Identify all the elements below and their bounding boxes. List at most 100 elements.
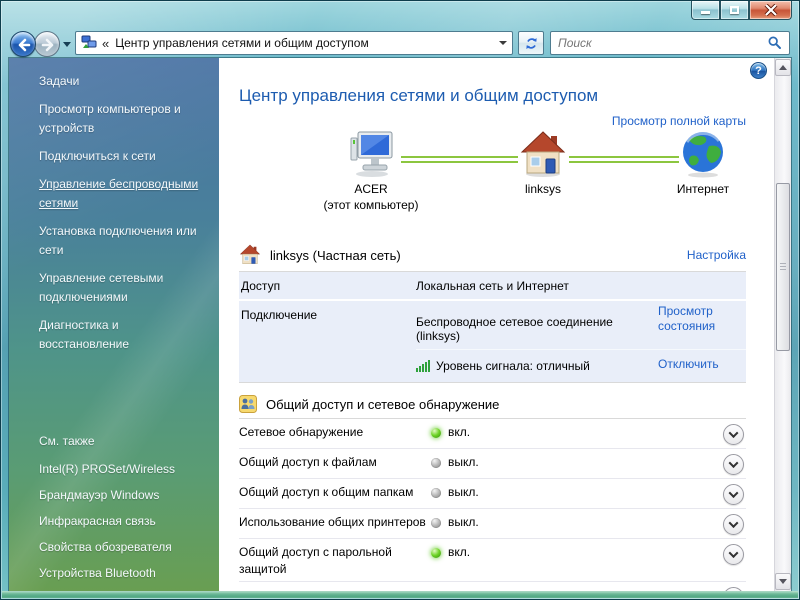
scroll-up-button[interactable] <box>775 59 791 76</box>
sharing-row-label: Общий доступ с парольной защитой <box>239 545 392 576</box>
network-center-icon <box>81 35 97 48</box>
status-value: вкл. <box>448 545 471 559</box>
disconnect-link[interactable]: Отключить <box>658 357 719 371</box>
back-button[interactable] <box>10 31 36 57</box>
sharing-section-header: Общий доступ и сетевое обнаружение <box>239 395 746 419</box>
network-section-title: linksys (Частная сеть) <box>270 247 401 263</box>
status-dot-icon <box>431 548 441 558</box>
network-label: linksys <box>524 182 561 196</box>
sidebar-see-also-link[interactable]: Устройства Bluetooth <box>39 564 207 583</box>
sidebar-task-link[interactable]: Подключиться к сети <box>39 147 207 166</box>
search-input[interactable] <box>551 36 767 50</box>
sharing-row: Сетевое обнаружение вкл. <box>239 419 746 449</box>
signal-strength-icon <box>416 360 430 372</box>
help-icon[interactable]: ? <box>750 62 767 79</box>
sidebar-task-link[interactable]: Управление беспроводными сетями <box>39 175 207 213</box>
network-map-network[interactable]: linksys <box>488 130 598 197</box>
sidebar-task-link[interactable]: Установка подключения или сети <box>39 222 207 260</box>
sharing-row: Общий доступ с парольной защитой вкл. <box>239 539 746 582</box>
address-bar[interactable]: « Центр управления сетями и общим доступ… <box>75 31 513 55</box>
sidebar-see-also-link[interactable]: Intel(R) PROSet/Wireless <box>39 460 207 479</box>
minimize-icon <box>701 11 710 14</box>
sharing-row: Общий доступ к общим папкам выкл. <box>239 479 746 509</box>
sidebar-see-also-link[interactable]: Свойства обозревателя <box>39 538 207 557</box>
status-value: вкл. <box>448 425 471 439</box>
sidebar-task-link[interactable]: Диагностика и восстановление <box>39 316 207 354</box>
computer-icon <box>350 131 393 177</box>
access-label: Доступ <box>241 279 281 293</box>
network-map: ACER (этот компьютер) linksys Интернет <box>239 130 746 218</box>
sharing-row: Общий доступ к файлам выкл. <box>239 449 746 479</box>
breadcrumb[interactable]: Центр управления сетями и общим доступом <box>115 36 494 50</box>
page-title: Центр управления сетями и общим доступом <box>239 86 599 105</box>
scrollbar-thumb[interactable] <box>776 183 790 351</box>
navigation-toolbar: « Центр управления сетями и общим доступ… <box>1 30 799 58</box>
status-dot-icon <box>431 458 441 468</box>
search-icon[interactable] <box>767 35 783 51</box>
status-dot-icon <box>431 428 441 438</box>
forward-button[interactable] <box>34 31 60 57</box>
sharing-row-status: выкл. <box>431 454 723 471</box>
back-arrow-icon <box>18 38 31 52</box>
window-client-area: Задачи Просмотр компьютеров и устройств П… <box>9 58 791 591</box>
triangle-up-icon <box>779 65 787 70</box>
access-value: Локальная сеть и Интернет <box>416 279 569 293</box>
minimize-button[interactable] <box>691 1 720 20</box>
chevron-down-icon <box>499 41 507 45</box>
vertical-scrollbar[interactable] <box>774 58 791 591</box>
search-box[interactable] <box>550 31 790 55</box>
main-content: ? Центр управления сетями и общим доступ… <box>219 58 791 591</box>
window-bottom-frame <box>2 591 798 598</box>
sharing-rows: Сетевое обнаружение вкл. Общий доступ к … <box>239 419 746 582</box>
sidebar-task-link[interactable]: Управление сетевыми подключениями <box>39 269 207 307</box>
computer-sublabel: (этот компьютер) <box>323 198 419 212</box>
expand-section-button[interactable] <box>723 424 744 445</box>
internet-label: Интернет <box>676 182 730 196</box>
view-status-link[interactable]: Просмотр состояния <box>658 304 715 333</box>
maximize-icon <box>730 6 739 14</box>
chevron-down-icon <box>728 548 739 559</box>
sidebar-see-also-link[interactable]: Брандмауэр Windows <box>39 486 207 505</box>
signal-text: Уровень сигнала: отличный <box>436 359 590 373</box>
access-row: Доступ Локальная сеть и Интернет <box>239 272 746 301</box>
sharing-row-partial <box>239 582 746 591</box>
sidebar-task-link[interactable]: Просмотр компьютеров и устройств <box>39 100 207 138</box>
sharing-row-status: вкл. <box>431 544 723 561</box>
house-icon <box>239 244 261 266</box>
refresh-icon <box>525 37 537 49</box>
address-dropdown-button[interactable] <box>494 32 512 54</box>
network-section-header: linksys (Частная сеть) Настройка <box>239 244 746 272</box>
content-pane: Центр управления сетями и общим доступом… <box>219 58 774 591</box>
globe-icon <box>683 131 723 178</box>
sharing-row-status: вкл. <box>431 424 723 441</box>
triangle-down-icon <box>779 579 787 584</box>
network-map-computer[interactable]: ACER (этот компьютер) <box>316 130 426 213</box>
status-value: выкл. <box>448 485 479 499</box>
expand-section-button[interactable] <box>723 454 744 475</box>
sharing-row: Использование общих принтеров выкл. <box>239 509 746 539</box>
expand-section-button[interactable] <box>723 484 744 505</box>
sidebar-see-also-link[interactable]: Инфракрасная связь <box>39 512 207 531</box>
sharing-row-label: Использование общих принтеров <box>239 515 426 529</box>
customize-link[interactable]: Настройка <box>687 248 746 262</box>
scroll-down-button[interactable] <box>775 573 791 590</box>
status-dot-icon <box>431 488 441 498</box>
tasks-header: Задачи <box>39 74 80 88</box>
status-dot-icon <box>431 518 441 528</box>
close-button[interactable] <box>749 1 792 20</box>
recent-pages-dropdown-icon[interactable] <box>63 42 71 47</box>
sharing-row-status: выкл. <box>431 514 723 531</box>
tasks-sidebar: Задачи Просмотр компьютеров и устройств П… <box>9 58 219 591</box>
status-value: выкл. <box>448 515 479 529</box>
breadcrumb-overflow-chevron[interactable]: « <box>102 36 109 51</box>
view-full-map-link[interactable]: Просмотр полной карты <box>612 114 746 128</box>
network-map-internet[interactable]: Интернет <box>648 130 758 197</box>
connection-row: Подключение Беспроводное сетевое соедине… <box>239 301 746 349</box>
forward-arrow-icon <box>41 38 54 52</box>
expand-section-button[interactable] <box>723 514 744 535</box>
expand-section-button[interactable] <box>723 544 744 565</box>
maximize-button[interactable] <box>720 1 749 20</box>
map-link-row: Просмотр полной карты <box>239 114 746 128</box>
refresh-button[interactable] <box>518 31 544 55</box>
sharing-users-icon <box>239 395 257 413</box>
